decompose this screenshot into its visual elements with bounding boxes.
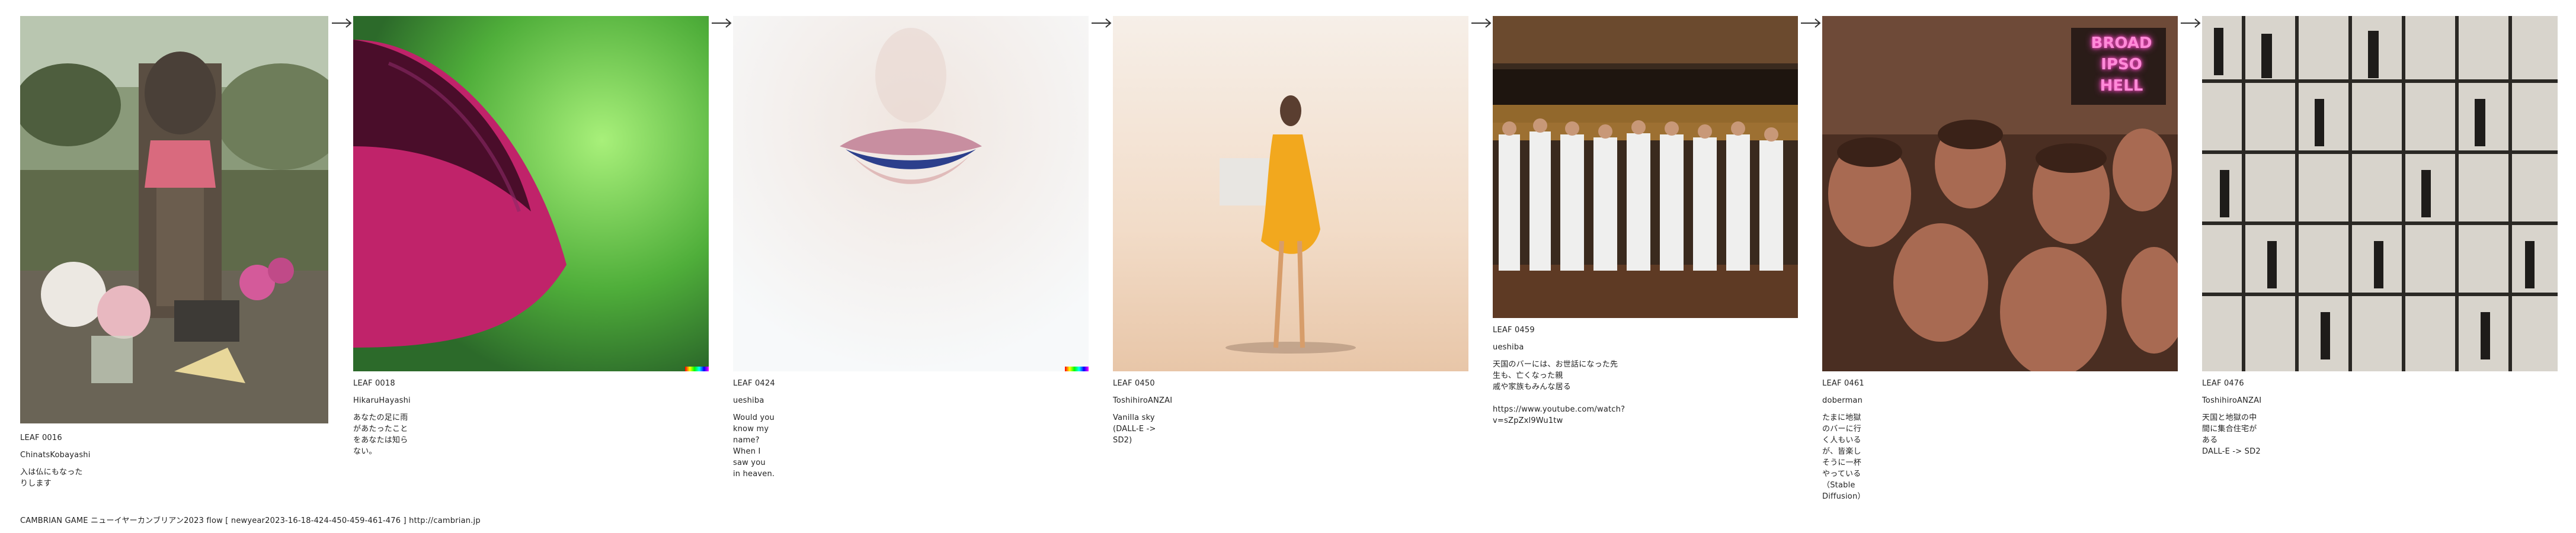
bar-group-icon: [1493, 16, 1798, 318]
arrow-right-icon: [332, 18, 352, 28]
leaf-caption: LEAF 0459 ueshiba 天国のバーには、お世話になった先生も、亡くな…: [1493, 325, 1625, 426]
leaf-image-petal[interactable]: [353, 16, 709, 371]
leaf-text: あなたの足に雨があたったことをあなたは知らない。: [353, 413, 408, 456]
color-swatch: [1065, 367, 1089, 371]
lips-icon: [733, 16, 1089, 371]
arrow-right-icon: [1801, 18, 1821, 28]
arrow-right-icon: [1092, 18, 1112, 28]
neon-sign: BROAD IPSO HELL: [2091, 34, 2152, 95]
stone-jizo-icon: [20, 16, 328, 423]
leaf-author[interactable]: HikaruHayashi: [353, 395, 411, 406]
leaf-image-jizo[interactable]: [20, 16, 328, 423]
leaf-id[interactable]: LEAF 0016: [20, 432, 91, 444]
grid-figures-icon: [2202, 16, 2558, 371]
leaf-id[interactable]: LEAF 0476: [2202, 378, 2261, 389]
leaf-author[interactable]: doberman: [1822, 395, 1865, 406]
leaf-author[interactable]: ToshihiroANZAI: [2202, 395, 2261, 406]
leaf-author[interactable]: ueshiba: [733, 395, 775, 406]
leaf-caption: LEAF 0424 ueshiba Would you know my name…: [733, 378, 775, 480]
leaf-image-grid-figures[interactable]: [2202, 16, 2558, 371]
page-footer: CAMBRIAN GAME ニューイヤーカンブリアン2023 flow [ ne…: [20, 516, 481, 525]
leaf-image-lips[interactable]: [733, 16, 1089, 371]
leaf-text: たまに地獄のバーに行く人もいるが、皆楽しそうに一杯 やっている（Stable D…: [1822, 413, 1865, 501]
leaf-text: 天国と地獄の中間に集合住宅がある DALL-E -> SD2: [2202, 413, 2261, 456]
leaf-id[interactable]: LEAF 0018: [353, 378, 411, 389]
leaf-text: 天国のバーには、お世話になった先生も、亡くなった親 戚や家族もみんな居る htt…: [1493, 360, 1625, 425]
leaf-id[interactable]: LEAF 0424: [733, 378, 775, 389]
leaf-image-dress[interactable]: [1113, 16, 1468, 371]
dress-figure-icon: [1113, 16, 1468, 371]
arrow-right-icon: [2181, 18, 2201, 28]
leaf-text: Vanilla sky (DALL-E -> SD2): [1113, 413, 1156, 445]
leaf-caption: LEAF 0016 ChinatsKobayashi 入は仏にもなったりします: [20, 432, 91, 489]
arrow-right-icon: [712, 18, 732, 28]
leaf-image-bar-group[interactable]: [1493, 16, 1798, 318]
leaf-id[interactable]: LEAF 0450: [1113, 378, 1172, 389]
leaf-caption: LEAF 0461 doberman たまに地獄のバーに行く人もいるが、皆楽しそ…: [1822, 378, 1865, 502]
petal-icon: [353, 16, 709, 371]
leaf-author[interactable]: ChinatsKobayashi: [20, 449, 91, 461]
leaf-caption: LEAF 0018 HikaruHayashi あなたの足に雨があたったことをあ…: [353, 378, 411, 457]
leaf-caption: LEAF 0450 ToshihiroANZAI Vanilla sky (DA…: [1113, 378, 1172, 446]
leaf-text: Would you know my name? When I saw you i…: [733, 413, 775, 479]
leaf-author[interactable]: ueshiba: [1493, 342, 1625, 353]
leaf-text: 入は仏にもなったりします: [20, 468, 83, 488]
arrow-right-icon: [1471, 18, 1492, 28]
leaf-image-crowd[interactable]: BROAD IPSO HELL: [1822, 16, 2178, 371]
leaf-author[interactable]: ToshihiroANZAI: [1113, 395, 1172, 406]
color-swatch: [685, 367, 709, 371]
leaf-id[interactable]: LEAF 0461: [1822, 378, 1865, 389]
leaf-id[interactable]: LEAF 0459: [1493, 325, 1625, 336]
leaf-caption: LEAF 0476 ToshihiroANZAI 天国と地獄の中間に集合住宅があ…: [2202, 378, 2261, 457]
